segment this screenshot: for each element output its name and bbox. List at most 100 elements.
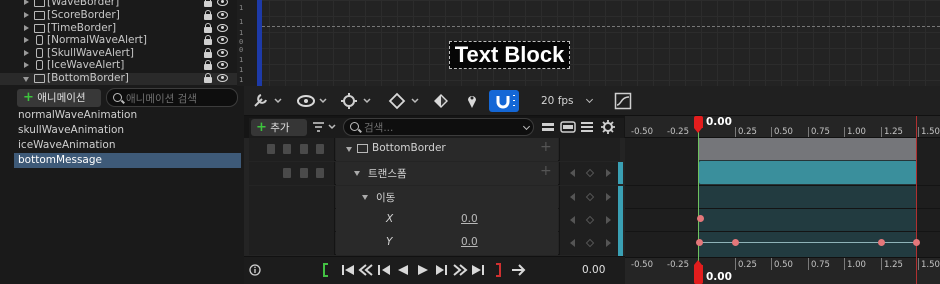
- prev-key-icon[interactable]: [570, 216, 575, 224]
- lock-icon[interactable]: [204, 35, 212, 45]
- track-value-field[interactable]: 0.0: [461, 213, 478, 225]
- mute-icon[interactable]: [316, 144, 324, 154]
- eye-icon[interactable]: [217, 23, 228, 32]
- solo-icon[interactable]: [300, 144, 308, 154]
- info-icon[interactable]: [249, 264, 261, 276]
- keyframe[interactable]: [697, 215, 704, 222]
- next-key-icon[interactable]: [606, 216, 611, 224]
- next-key-icon[interactable]: [606, 239, 611, 247]
- playback-start-marker[interactable]: [698, 130, 699, 272]
- playhead[interactable]: [694, 260, 703, 284]
- solo-icon[interactable]: [300, 168, 308, 178]
- play-settings-icon[interactable]: [340, 92, 374, 110]
- keyframe[interactable]: [913, 239, 920, 246]
- expand-arrow-icon[interactable]: [24, 49, 29, 56]
- key-interp-icon[interactable]: [432, 92, 450, 110]
- keyframe[interactable]: [732, 239, 739, 246]
- location-pin-icon[interactable]: [466, 92, 478, 110]
- prev-key-icon[interactable]: [570, 169, 575, 177]
- track-value-field[interactable]: 0.0: [461, 236, 478, 248]
- playhead[interactable]: [694, 116, 703, 133]
- eye-icon[interactable]: [217, 0, 228, 6]
- animation-list-item[interactable]: skullWaveAnimation: [14, 123, 241, 138]
- track-row[interactable]: X 0.0: [249, 209, 620, 232]
- collapse-arrow-icon[interactable]: [23, 76, 29, 82]
- eye-icon[interactable]: [217, 11, 228, 19]
- track-row[interactable]: 이동: [249, 186, 620, 209]
- add-key-icon[interactable]: [585, 215, 595, 225]
- add-subtrack-icon[interactable]: +: [540, 163, 552, 179]
- settings-gear-icon[interactable]: [600, 119, 616, 135]
- lock-icon[interactable]: [204, 0, 212, 7]
- lock-icon[interactable]: [204, 10, 212, 20]
- add-track-button[interactable]: + 추가: [251, 119, 307, 136]
- keyframe[interactable]: [878, 239, 885, 246]
- animation-search-input[interactable]: 애니메이션 검색: [106, 88, 238, 107]
- hierarchy-item[interactable]: [BottomBorder]: [0, 72, 237, 85]
- fps-dropdown[interactable]: 20 fps: [541, 93, 593, 110]
- expand-arrow-icon[interactable]: [24, 37, 29, 43]
- add-key-icon[interactable]: [585, 192, 595, 202]
- eye-icon[interactable]: [217, 61, 228, 69]
- tools-wrench-icon[interactable]: [252, 92, 284, 110]
- snap-magnet-button[interactable]: [489, 90, 519, 112]
- track-search-input[interactable]: 검색...: [343, 118, 534, 136]
- lock-icon[interactable]: [283, 168, 291, 178]
- animation-list-item[interactable]: iceWaveAnimation: [14, 138, 241, 153]
- hierarchy-item[interactable]: [ScoreBorder]: [0, 9, 237, 23]
- list-view-icon[interactable]: [580, 120, 594, 134]
- chevron-down-icon[interactable]: [522, 122, 531, 131]
- widget-section-bar[interactable]: [699, 138, 917, 160]
- plus-icon: +: [256, 120, 267, 135]
- add-subtrack-icon[interactable]: +: [540, 139, 552, 155]
- animation-list-item[interactable]: normalWaveAnimation: [14, 108, 241, 123]
- animation-list-item-selected[interactable]: bottomMessage: [14, 153, 241, 168]
- translation-section-bar[interactable]: [699, 185, 917, 257]
- expand-arrow-icon[interactable]: [24, 0, 29, 5]
- next-key-icon[interactable]: [606, 193, 611, 201]
- next-key-icon[interactable]: [606, 169, 611, 177]
- expand-arrow-icon[interactable]: [24, 24, 29, 31]
- lock-icon[interactable]: [283, 144, 291, 154]
- lock-icon[interactable]: [204, 60, 212, 70]
- collapse-all-icon[interactable]: [541, 120, 555, 134]
- expand-arrow-icon[interactable]: [24, 12, 29, 18]
- collapse-arrow-icon[interactable]: [362, 195, 368, 200]
- mute-icon[interactable]: [316, 168, 324, 178]
- add-key-icon[interactable]: [585, 238, 595, 248]
- guide-line: [262, 26, 940, 27]
- track-row[interactable]: BottomBorder +: [249, 138, 620, 161]
- eye-icon[interactable]: [217, 48, 228, 57]
- track-row[interactable]: 트랜스폼 +: [249, 162, 620, 185]
- expand-arrow-icon[interactable]: [24, 62, 29, 68]
- prev-key-icon[interactable]: [570, 239, 575, 247]
- tick-label: 1.25: [884, 127, 903, 137]
- lock-icon[interactable]: [204, 47, 212, 58]
- pin-icon[interactable]: [267, 144, 275, 154]
- prev-key-icon[interactable]: [570, 193, 575, 201]
- view-eye-icon[interactable]: [296, 92, 332, 110]
- track-row[interactable]: Y 0.0: [249, 232, 620, 255]
- current-time-field[interactable]: 0.00: [582, 264, 605, 276]
- time-ruler-bottom[interactable]: -0.50 -0.25 0.25 0.50 0.75 1.00 1.25 1.5…: [625, 257, 940, 284]
- transform-section-bar[interactable]: [699, 161, 917, 184]
- time-ruler-top[interactable]: -0.50 -0.25 0.25 0.50 0.75 1.00 1.25 1.5…: [625, 116, 940, 138]
- eye-icon[interactable]: [217, 73, 228, 82]
- add-animation-button[interactable]: + 애니메이션: [17, 89, 101, 107]
- tick-label: -0.25: [667, 127, 689, 137]
- hierarchy-item-label: [IceWaveAlert]: [47, 59, 125, 71]
- add-key-icon[interactable]: [585, 168, 595, 178]
- curve-editor-icon[interactable]: [614, 92, 632, 110]
- filter-icon[interactable]: [312, 120, 338, 134]
- keyframe-diamond-icon[interactable]: [388, 92, 422, 110]
- designer-viewport[interactable]: [237, 0, 940, 86]
- playback-end-marker[interactable]: [916, 116, 917, 284]
- lock-icon[interactable]: [204, 22, 212, 33]
- expand-all-icon[interactable]: [560, 120, 576, 134]
- collapse-arrow-icon[interactable]: [346, 147, 352, 152]
- keyframe[interactable]: [696, 239, 703, 246]
- lock-icon[interactable]: [204, 72, 212, 83]
- text-block-widget[interactable]: Text Block: [449, 41, 570, 69]
- eye-icon[interactable]: [217, 36, 228, 44]
- collapse-arrow-icon[interactable]: [354, 171, 360, 176]
